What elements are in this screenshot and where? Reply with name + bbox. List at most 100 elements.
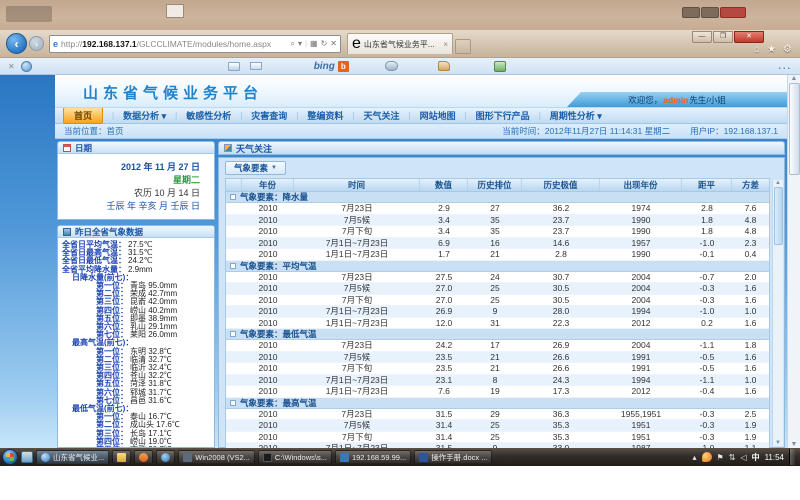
tab-close-icon[interactable]: × <box>443 40 448 49</box>
row-checkbox-cell <box>226 272 242 283</box>
volume-icon[interactable]: ◁ <box>740 453 746 462</box>
table-cell: 1.8 <box>682 226 732 237</box>
language-indicator[interactable]: 中 <box>752 452 760 463</box>
calendar-weekday: 星期二 <box>58 174 200 187</box>
table-cell: 0.4 <box>732 249 769 260</box>
menu-item-5[interactable]: 整编资料 <box>307 109 343 122</box>
back-icon[interactable]: ‹ <box>6 33 27 54</box>
table-cell: 7月下旬 <box>294 295 420 306</box>
maximize-icon[interactable]: ❐ <box>713 31 733 43</box>
settings-gear-icon[interactable]: ⚙ <box>783 44 792 55</box>
scroll-down-icon[interactable]: ▼ <box>775 440 781 446</box>
coins-icon[interactable] <box>385 61 398 71</box>
browser-scrollbar[interactable]: ▲ ▼ <box>787 75 800 448</box>
background-close-icon[interactable] <box>720 7 746 18</box>
taskbar-window-button[interactable]: Win2008 (VS2... <box>178 450 255 464</box>
table-header-checkbox-cell <box>226 179 242 191</box>
table-cell: 1991 <box>600 363 682 374</box>
menu-item-9[interactable]: 周期性分析 ▾ <box>550 109 602 122</box>
group-checkbox[interactable] <box>230 263 236 269</box>
toolbar-close-icon[interactable]: ✕ <box>8 62 15 71</box>
table-cell: 2.9 <box>420 203 468 214</box>
group-checkbox[interactable] <box>230 194 236 200</box>
table-cell: 31.5 <box>420 409 468 420</box>
cards-icon[interactable] <box>228 62 240 71</box>
home-icon[interactable]: ⌂ <box>754 44 760 55</box>
site-title: 山东省气候业务平台 <box>83 82 263 103</box>
taskbar-media-button[interactable] <box>134 450 153 464</box>
table-cell: -1.1 <box>682 375 732 386</box>
group-checkbox[interactable] <box>230 331 236 337</box>
menu-item-2[interactable]: 数据分析 ▾ <box>123 109 166 122</box>
envelope-icon[interactable] <box>250 62 262 70</box>
menu-item-4[interactable]: 灾害查询 <box>251 109 287 122</box>
welcome-prefix: 欢迎您， <box>628 94 662 106</box>
quick-launch-icon[interactable] <box>21 451 33 463</box>
favorites-star-icon[interactable]: ★ <box>767 44 776 55</box>
network-icon[interactable]: ⇅ <box>729 453 736 462</box>
taskbar-window-button[interactable]: C:\Windows\s... <box>258 450 332 464</box>
menu-bar: 首页|数据分析 ▾|敏感性分析|灾害查询|整编资料|天气关注|网站地图|图形下行… <box>55 108 787 124</box>
hidden-icons-arrow-icon[interactable]: ▴ <box>693 453 697 462</box>
scrollbar-thumb[interactable] <box>774 187 783 245</box>
menu-item-3[interactable]: 敏感性分析 <box>186 109 231 122</box>
row-checkbox-cell <box>226 340 242 351</box>
table-cell: 1.6 <box>732 318 769 329</box>
background-maximize-icon[interactable] <box>701 7 719 18</box>
table-cell: 25 <box>468 295 522 306</box>
scroll-up-icon[interactable]: ▲ <box>791 75 798 82</box>
table-row: 20107月23日2.92736.219742.87.6 <box>226 203 769 215</box>
taskbar-ie-button[interactable]: 山东省气候业... <box>36 450 109 464</box>
minimize-icon[interactable]: — <box>692 31 712 43</box>
menu-item-8[interactable]: 图形下行产品 <box>476 109 530 122</box>
windows-logo-icon <box>6 453 14 461</box>
scrollbar-thumb[interactable] <box>789 83 800 175</box>
group-checkbox[interactable] <box>230 400 236 406</box>
antivirus-icon[interactable] <box>702 452 712 462</box>
menu-item-1[interactable]: 首页 <box>63 107 103 124</box>
table-cell: 1955,1951 <box>600 409 682 420</box>
table-cell: 1994 <box>600 375 682 386</box>
scroll-up-icon[interactable]: ▲ <box>775 180 781 186</box>
taskbar-clock[interactable]: 11:54 <box>765 453 784 462</box>
element-select-button[interactable]: 气象要素 ▼ <box>225 161 286 175</box>
web-page: 山东省气候业务平台 欢迎您， admin 先生/小姐 首页|数据分析 ▾|敏感性… <box>0 75 800 448</box>
table-cell: 21 <box>468 363 522 374</box>
new-tab-button[interactable] <box>455 39 471 54</box>
scroll-down-icon[interactable]: ▼ <box>791 441 798 448</box>
compass-icon[interactable] <box>21 61 32 72</box>
taskbar-window-button[interactable]: 操作手册.docx ... <box>414 450 492 464</box>
search-icon[interactable]: ⌕ <box>290 39 294 49</box>
show-desktop-button[interactable] <box>789 449 795 465</box>
panel-scrollbar[interactable]: ▲ ▼ <box>772 180 783 446</box>
table-column-header: 历史排位 <box>468 179 522 191</box>
taskbar-player-button[interactable] <box>156 450 175 464</box>
address-bar[interactable]: e http://192.168.137.1/GLCCLIMATE/module… <box>49 35 341 53</box>
ellipsis-icon[interactable]: ... <box>778 61 792 71</box>
taskbar-window-button[interactable]: 192.168.59.99... <box>335 450 411 464</box>
table-cell: -1.1 <box>682 340 732 351</box>
bing-logo[interactable]: bing <box>314 61 335 72</box>
bird-icon[interactable] <box>438 61 450 71</box>
row-checkbox-cell <box>226 386 242 397</box>
start-button[interactable] <box>2 449 18 465</box>
recycle-icon[interactable] <box>494 61 506 72</box>
compatibility-icon[interactable]: ▦ <box>310 39 318 48</box>
refresh-icon[interactable]: ↻ <box>321 39 328 48</box>
close-icon[interactable]: ✕ <box>734 31 764 43</box>
bing-badge-icon[interactable]: b <box>338 61 349 72</box>
row-checkbox-cell <box>226 432 242 443</box>
browser-tab[interactable]: e 山东省气候业务平... × <box>347 33 453 54</box>
table-column-header: 数值 <box>420 179 468 191</box>
taskbar-explorer-button[interactable] <box>112 450 131 464</box>
menu-item-6[interactable]: 天气关注 <box>363 109 399 122</box>
table-cell: -0.5 <box>682 363 732 374</box>
forward-icon[interactable]: › <box>29 36 44 51</box>
search-dropdown-icon[interactable]: ▾ <box>298 39 302 48</box>
action-center-flag-icon[interactable]: ⚑ <box>717 453 724 462</box>
menu-item-7[interactable]: 网站地图 <box>420 109 456 122</box>
table-cell: 22.3 <box>522 318 600 329</box>
background-minimize-icon[interactable] <box>682 7 700 18</box>
stop-icon[interactable]: ✕ <box>330 39 337 48</box>
menu-separator: | <box>175 111 177 120</box>
